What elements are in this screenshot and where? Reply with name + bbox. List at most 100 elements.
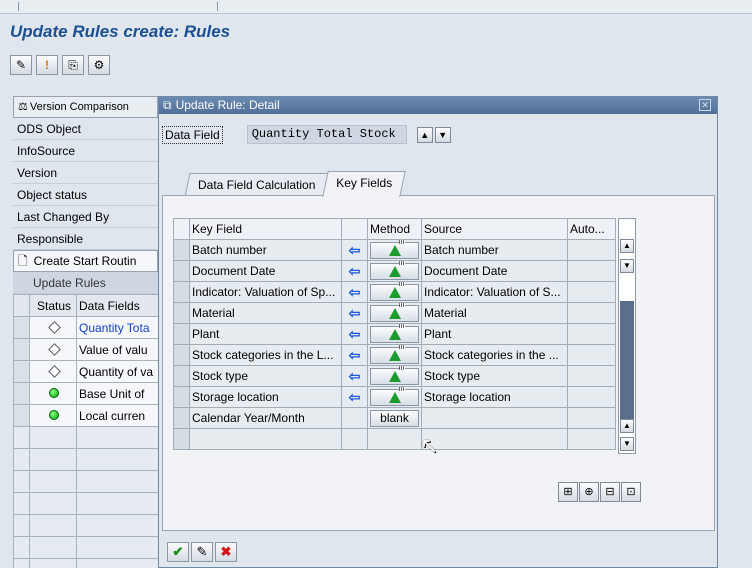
method-button[interactable] [370,387,419,406]
scroll-page-up-button[interactable]: ▲ [620,419,634,433]
col-key-field: Key Field [189,218,342,240]
method-button[interactable] [370,240,419,259]
table-row[interactable]: Quantity Tota [13,316,159,339]
row-selector[interactable] [13,382,30,405]
table-row [13,448,159,471]
row-selector[interactable] [173,323,190,345]
key-fields-pane: Key Field Method Source Auto... Batch nu… [162,195,715,531]
dialog-title-bar: ⧉ Update Rule: Detail ✕ [159,97,717,114]
window-icon: ⧉ [163,98,172,112]
table-row[interactable]: Document Date ⇦ Document Date [173,260,616,282]
source-field-icon [388,345,405,361]
assign-arrow-icon: ⇦ [341,365,368,387]
method-button[interactable] [370,261,419,280]
row-selector[interactable] [173,302,190,324]
row-selector[interactable] [13,294,30,317]
data-field-cell[interactable]: Quantity of va [76,360,159,383]
row-selector[interactable] [173,260,190,282]
delete-row-icon[interactable]: ⊟ [600,482,620,502]
inactive-diamond-icon [47,320,61,334]
method-button[interactable] [370,282,419,301]
row-selector[interactable] [173,407,190,429]
copy-icon[interactable]: ⎘ [62,55,84,75]
tab-data-field-calculation[interactable]: Data Field Calculation [184,173,329,197]
tab-key-fields[interactable]: Key Fields [322,171,407,197]
mouse-cursor-icon: ↖ [420,433,439,458]
table-row[interactable]: Stock categories in the L... ⇦ Stock categ… [173,344,616,366]
table-row[interactable]: Quantity of va [13,360,159,383]
source-field-icon [388,324,405,340]
scroll-page-down-button[interactable]: ▼ [620,259,634,273]
source-field-icon [388,282,405,298]
row-selector[interactable] [173,239,190,261]
table-row[interactable]: Calendar Year/Month blank [173,407,616,429]
row-selector[interactable] [13,338,30,361]
dialog-bottom-toolbar: ✔ ✎ ✖ [167,542,237,562]
data-field-row: Data Field Quantity Total Stock ▲ ▼ [162,125,451,144]
scroll-down-button[interactable]: ▼ [620,437,634,451]
append-row-icon[interactable]: ⊕ [579,482,599,502]
source-field-icon [388,261,405,277]
change-icon[interactable]: ✎ [191,542,213,562]
cancel-x-icon[interactable]: ✖ [215,542,237,562]
details-icon[interactable]: ⊡ [621,482,641,502]
col-data-fields: Data Fields [76,294,159,317]
table-row[interactable]: Value of valu [13,338,159,361]
method-button[interactable] [370,366,419,385]
table-row [13,536,159,559]
row-selector[interactable] [173,386,190,408]
row-selector[interactable] [173,344,190,366]
method-button[interactable] [370,324,419,343]
data-fields-table: Status Data Fields Quantity Tota Value o… [13,294,159,568]
grid-vertical-scrollbar[interactable]: ▲ ▼ ▲ ▼ [618,218,636,454]
table-row[interactable]: Storage location ⇦ Storage location [173,386,616,408]
table-row[interactable]: Material ⇦ Material [173,302,616,324]
grid-action-buttons: ⊞ ⊕ ⊟ ⊡ [558,482,641,502]
method-blank-button[interactable]: blank [370,409,419,427]
col-status: Status [29,294,77,317]
assign-arrow-icon: ⇦ [341,344,368,366]
row-selector[interactable] [13,360,30,383]
close-icon[interactable]: ✕ [699,99,711,111]
data-field-cell[interactable]: Quantity Tota [76,316,159,339]
row-selector[interactable] [173,365,190,387]
scroll-thumb[interactable] [620,301,634,419]
row-selector[interactable] [173,281,190,303]
source-field-icon [388,366,405,382]
main-toolbar: ✎ ! ⎘ ⚙ [10,55,110,77]
settings-icon[interactable]: ⚙ [88,55,110,75]
next-field-button[interactable]: ▼ [434,126,451,143]
method-button[interactable] [370,303,419,322]
table-row[interactable]: Indicator: Valuation of Sp... ⇦ Indicator:… [173,281,616,303]
source-field-icon [388,240,405,256]
table-row[interactable]: Batch number ⇦ Batch number [173,239,616,261]
left-pane: ⚖ Version Comparison ODS Object InfoSourc… [13,96,159,568]
previous-field-button[interactable]: ▲ [416,126,433,143]
update-rules-label: Update Rules [13,272,158,294]
table-row[interactable]: Local curren [13,404,159,427]
table-row [13,470,159,493]
scroll-up-button[interactable]: ▲ [620,239,634,253]
green-status-icon [49,387,59,398]
row-selector[interactable] [13,404,30,427]
assign-arrow-icon: ⇦ [341,323,368,345]
method-button[interactable] [370,345,419,364]
info-icon[interactable]: ! [36,55,58,75]
data-field-cell[interactable]: Local curren [76,404,159,427]
change-icon[interactable]: ✎ [10,55,32,75]
table-row[interactable]: Plant ⇦ Plant [173,323,616,345]
confirm-checkmark-icon[interactable]: ✔ [167,542,189,562]
select-all-button[interactable] [173,218,190,240]
row-selector[interactable] [13,316,30,339]
data-field-cell[interactable]: Value of valu [76,338,159,361]
create-start-routine-button[interactable]: 🗋 Create Start Routin [13,250,158,272]
data-field-cell[interactable]: Base Unit of [76,382,159,405]
table-row[interactable]: Base Unit of [13,382,159,405]
insert-row-icon[interactable]: ⊞ [558,482,578,502]
green-status-icon [49,409,59,420]
table-row[interactable]: Stock type ⇦ Stock type [173,365,616,387]
document-icon: 🗋 [18,254,28,268]
col-source: Source [421,218,568,240]
version-comparison-button[interactable]: ⚖ Version Comparison [13,96,158,118]
table-row [13,492,159,515]
